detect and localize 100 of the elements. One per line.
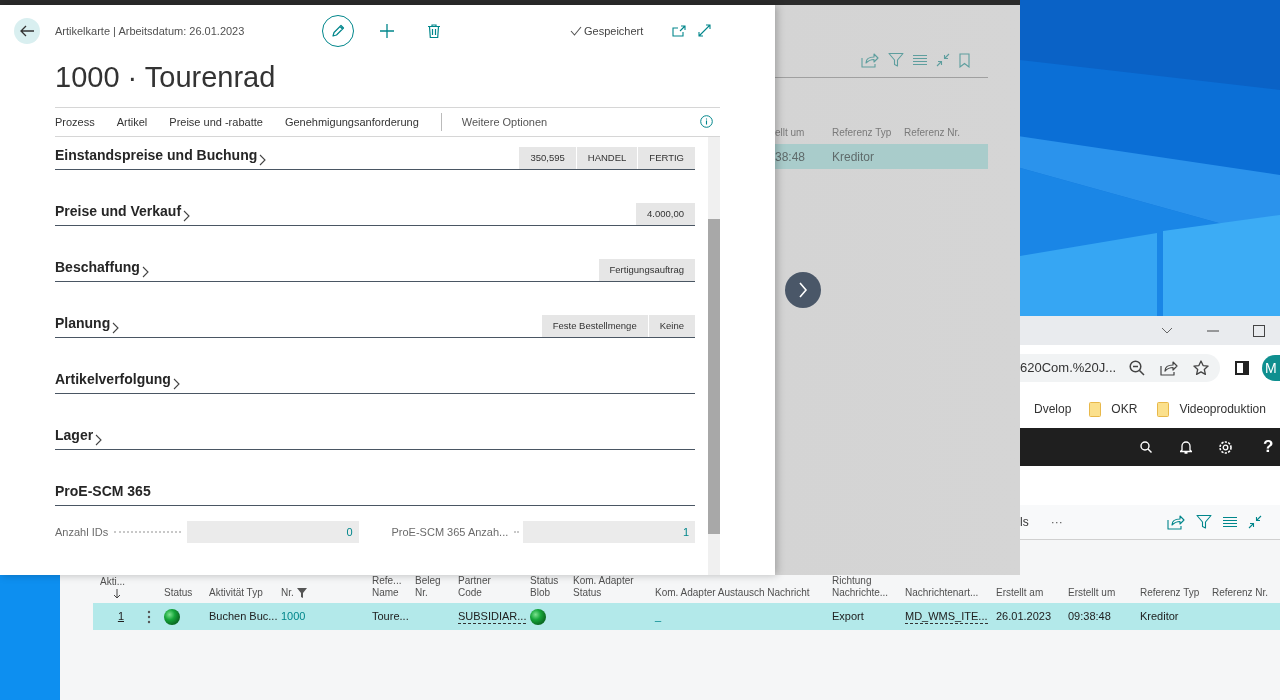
column-header[interactable]: Erstellt um [1068, 587, 1116, 599]
section-header[interactable]: Preise und Verkauf [55, 201, 182, 226]
help-button[interactable]: ? [1263, 434, 1274, 460]
section-header[interactable]: Lager [55, 425, 94, 450]
star-icon[interactable] [1193, 359, 1209, 376]
value-field[interactable]: 0 [186, 521, 359, 544]
summary-value: Keine [647, 315, 695, 338]
menu-item[interactable]: Artikel [116, 113, 148, 131]
address-bar[interactable]: 620Com.%20J... [1020, 353, 1220, 382]
bookmark-link[interactable]: Dvelop [1034, 400, 1072, 418]
leader-line [114, 531, 181, 534]
column-header[interactable]: Nr. [281, 587, 294, 599]
sidebar-icon[interactable] [1235, 360, 1249, 375]
list-icon[interactable] [913, 54, 927, 66]
info-icon[interactable] [700, 115, 713, 129]
bell-icon[interactable] [1180, 440, 1192, 454]
share-icon[interactable] [1160, 359, 1178, 376]
collapse-icon[interactable] [1247, 515, 1262, 529]
row-link[interactable]: MD_WMS_ITE... [905, 609, 988, 624]
section-header[interactable]: Einstandspreise und Buchung [55, 145, 258, 170]
column-header[interactable]: Status [573, 587, 602, 599]
table-row[interactable]: 1 Buchen Buc... 1000 Toure... SUBSIDIAR... _ Export MD_WMS_ITE... 26.01.2023 09:38:48 Kreditor [93, 603, 1280, 630]
column-header[interactable]: Richtung [832, 575, 872, 587]
column-header[interactable]: Nr. [415, 587, 428, 599]
table-cell-text: Kreditor [832, 148, 876, 166]
filter-icon[interactable] [296, 588, 307, 598]
column-header[interactable]: Refe... [372, 575, 402, 587]
table-cell-text: Export [832, 609, 864, 625]
menu-item[interactable]: Preise und -rabatte [169, 113, 263, 131]
column-header[interactable]: Name [372, 587, 399, 599]
column-header[interactable]: Status [530, 575, 559, 587]
summary-value: HANDEL [575, 147, 638, 170]
column-header[interactable]: Status [164, 587, 193, 599]
chevron-right-icon [798, 282, 808, 298]
back-button[interactable] [14, 17, 40, 44]
column-header[interactable]: Referenz Nr. [1212, 587, 1269, 599]
maximize-icon[interactable] [1253, 324, 1265, 337]
column-header[interactable]: Nachrichtenart... [905, 587, 979, 599]
leader-line [514, 531, 517, 534]
arrow-left-icon [19, 23, 35, 38]
column-header[interactable]: Partner [458, 575, 491, 587]
chevron-down-icon[interactable] [1161, 327, 1173, 334]
column-header[interactable]: Kom. Adapter Austausch Nachricht [655, 587, 810, 599]
profile-avatar[interactable]: M [1262, 354, 1280, 381]
settings-icon[interactable] [1218, 439, 1233, 455]
scrollbar-track[interactable] [708, 137, 720, 575]
list-icon[interactable] [1222, 516, 1237, 528]
search-icon[interactable] [1140, 441, 1152, 453]
field-label: Anzahl IDs [55, 524, 109, 540]
share-icon[interactable] [1166, 514, 1185, 530]
scrollbar-thumb[interactable] [708, 219, 720, 535]
chevron-right-icon [95, 434, 103, 447]
minimize-icon[interactable] [1207, 329, 1219, 332]
summary-value: FERTIG [637, 147, 695, 170]
collapse-icon[interactable] [936, 53, 950, 67]
column-header[interactable]: Aktivität Typ [209, 587, 263, 599]
column-header[interactable]: Erstellt am [996, 587, 1044, 599]
filter-icon[interactable] [1195, 514, 1212, 530]
chevron-right-icon [112, 322, 120, 335]
menu-item[interactable]: Prozess [55, 113, 95, 131]
row-link[interactable]: SUBSIDIAR... [458, 609, 527, 624]
field-label: ProE-SCM 365 Anzah... [391, 524, 509, 540]
row-link[interactable]: 1 [117, 608, 124, 625]
row-menu-icon[interactable] [147, 609, 151, 624]
bookmark-link[interactable]: Videoproduktion [1179, 400, 1266, 418]
row-link[interactable]: _ [655, 608, 662, 625]
next-button[interactable] [785, 272, 821, 308]
pencil-icon [330, 22, 346, 39]
sort-arrow-icon [113, 589, 121, 599]
column-header[interactable]: Code [458, 587, 482, 599]
table-cell-text: 38:48 [775, 148, 807, 166]
check-icon [570, 25, 582, 36]
menu-item[interactable]: Genehmigungsanforderung [284, 113, 419, 131]
summary-value: Feste Bestellmenge [541, 315, 648, 338]
bookmark-link[interactable]: OKR [1111, 400, 1138, 418]
column-header[interactable]: Beleg [415, 575, 441, 587]
column-header[interactable]: Akti... [100, 576, 125, 588]
column-header[interactable]: Blob [530, 587, 550, 599]
chevron-right-icon [183, 210, 191, 223]
section-header[interactable]: ProE-SCM 365 [55, 481, 151, 506]
section-header[interactable]: Planung [55, 313, 111, 338]
column-header[interactable]: Nachrichte... [832, 587, 889, 599]
menu-item[interactable]: Weitere Optionen [461, 113, 548, 131]
chevron-right-icon [259, 154, 267, 167]
popout-icon[interactable] [672, 24, 687, 37]
value-field[interactable]: 1 [523, 521, 695, 544]
section-header[interactable]: Beschaffung [55, 257, 140, 282]
page-title: 1000 · Tourenrad [55, 59, 277, 95]
more-button[interactable]: ··· [1050, 513, 1063, 531]
expand-icon[interactable] [698, 24, 712, 38]
row-link[interactable]: 1000 [281, 608, 306, 625]
action-link[interactable]: ls [1020, 513, 1029, 531]
column-header[interactable]: Kom. Adapter [573, 575, 634, 587]
column-header[interactable]: Referenz Typ [1140, 587, 1200, 599]
chevron-right-icon [172, 378, 180, 391]
zoom-out-icon[interactable] [1129, 359, 1145, 376]
status-dot [164, 608, 180, 625]
breadcrumb: Artikelkarte | Arbeitsdatum: 26.01.2023 [55, 23, 246, 39]
trash-icon [428, 23, 440, 38]
section-header[interactable]: Artikelverfolgung [55, 369, 171, 394]
